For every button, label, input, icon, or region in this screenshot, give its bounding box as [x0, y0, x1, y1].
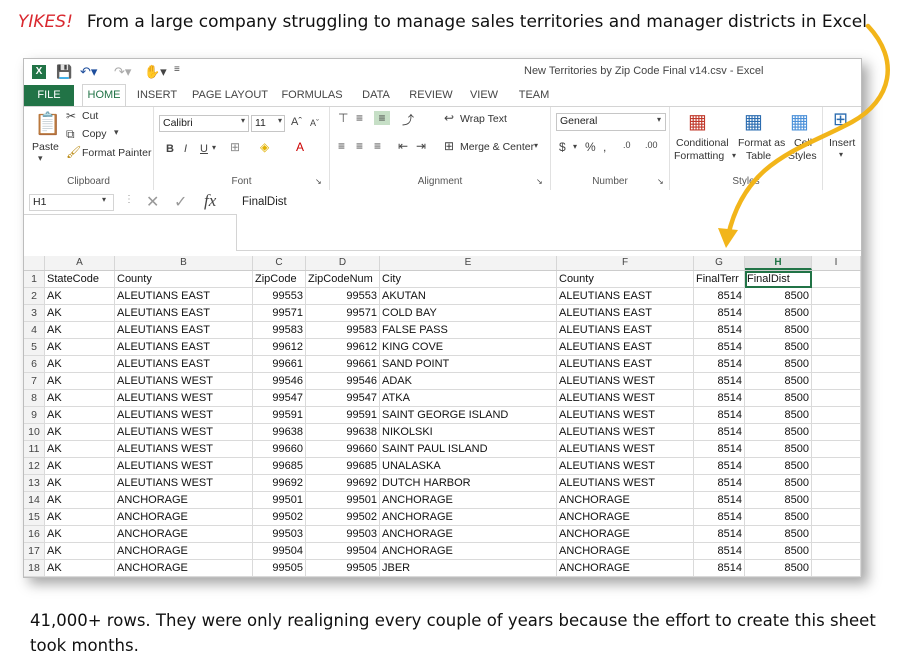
bottom-caption: 41,000+ rows. They were only realigning …	[30, 611, 876, 655]
annotation-arrow	[718, 23, 890, 248]
